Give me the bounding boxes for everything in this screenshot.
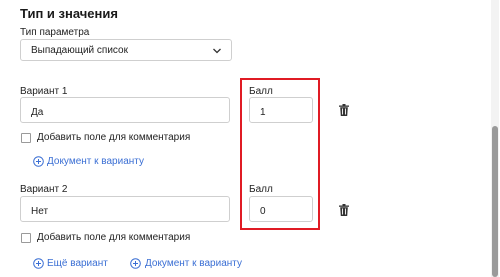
variant-1-input[interactable]: Да [20, 97, 230, 123]
score-highlight-box [240, 78, 320, 230]
variant-1-label: Вариант 1 [20, 86, 68, 97]
scrollbar-thumb[interactable] [492, 126, 498, 277]
chevron-down-icon [213, 48, 221, 54]
variant-2-comment-label: Добавить поле для комментария [37, 232, 191, 243]
plus-circle-icon[interactable] [33, 258, 44, 269]
add-variant-link[interactable]: Ещё вариант [47, 258, 108, 269]
param-type-value: Выпадающий список [31, 45, 128, 56]
variant-2-value: Нет [31, 206, 49, 217]
trash-icon[interactable] [339, 104, 349, 116]
footer-doc-link[interactable]: Документ к варианту [145, 258, 242, 269]
section-title: Тип и значения [20, 6, 118, 21]
variant-2-input[interactable]: Нет [20, 196, 230, 222]
trash-icon[interactable] [339, 204, 349, 216]
param-type-label: Тип параметра [20, 27, 90, 38]
plus-circle-icon[interactable] [130, 258, 141, 269]
variant-1-doc-link[interactable]: Документ к варианту [47, 156, 144, 167]
variant-1-comment-checkbox[interactable] [21, 133, 31, 143]
variant-2-comment-checkbox[interactable] [21, 233, 31, 243]
variant-2-label: Вариант 2 [20, 184, 68, 195]
param-type-select[interactable]: Выпадающий список [20, 39, 232, 61]
variant-1-comment-label: Добавить поле для комментария [37, 132, 191, 143]
plus-circle-icon[interactable] [33, 156, 44, 167]
variant-1-value: Да [31, 107, 44, 118]
